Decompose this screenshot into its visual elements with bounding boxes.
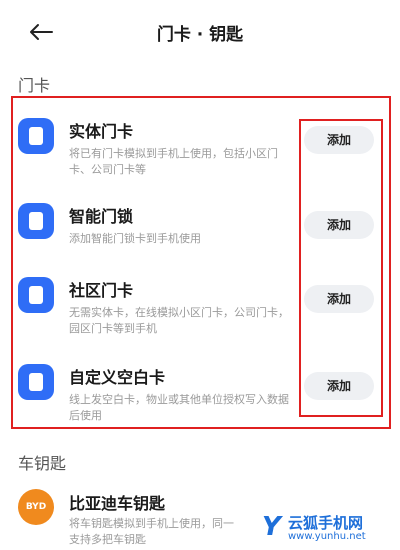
header: 门卡 · 钥匙 — [0, 0, 400, 62]
card-icon — [18, 364, 54, 400]
add-button[interactable]: 添加 — [304, 126, 374, 154]
list-item-custom-blank-card[interactable]: 自定义空白卡 线上发空白卡，物业或其他单位授权写入数据后使用 添加 — [14, 352, 384, 432]
item-description: 将已有门卡模拟到手机上使用，包括小区门卡、公司门卡等 — [69, 147, 278, 176]
item-name: 实体门卡 — [69, 122, 134, 141]
watermark-text: 云狐手机网 — [288, 514, 364, 532]
add-button[interactable]: 添加 — [304, 285, 374, 313]
item-description: 线上发空白卡，物业或其他单位授权写入数据后使用 — [69, 393, 289, 422]
watermark-url: www.yunhu.net — [288, 531, 366, 542]
list-item-physical-card[interactable]: 实体门卡 将已有门卡模拟到手机上使用，包括小区门卡、公司门卡等 添加 — [14, 106, 384, 186]
section-title-car-keys: 车钥匙 — [18, 454, 67, 473]
section-title-door-cards: 门卡 — [18, 76, 51, 95]
add-button[interactable]: 添加 — [304, 372, 374, 400]
item-description: 添加智能门锁卡到手机使用 — [69, 232, 201, 245]
card-icon — [18, 277, 54, 313]
add-button[interactable]: 添加 — [304, 211, 374, 239]
item-name: 社区门卡 — [69, 281, 134, 300]
car-key-name[interactable]: 比亚迪车钥匙 — [69, 490, 165, 514]
byd-logo-icon: BYD — [18, 489, 54, 525]
item-name: 自定义空白卡 — [69, 368, 166, 387]
item-description: 无需实体卡，在线模拟小区门卡，公司门卡，园区门卡等到手机 — [69, 306, 289, 335]
list-item-community-card[interactable]: 社区门卡 无需实体卡，在线模拟小区门卡，公司门卡，园区门卡等到手机 添加 — [14, 265, 384, 345]
card-icon — [18, 203, 54, 239]
watermark: Y 云狐手机网 www.yunhu.net — [262, 512, 397, 546]
item-name: 智能门锁 — [69, 207, 134, 226]
page-title: 门卡 · 钥匙 — [156, 25, 244, 45]
watermark-mark: Y — [262, 512, 281, 542]
card-icon — [18, 118, 54, 154]
list-item-smart-lock[interactable]: 智能门锁 添加智能门锁卡到手机使用 添加 — [14, 191, 384, 271]
